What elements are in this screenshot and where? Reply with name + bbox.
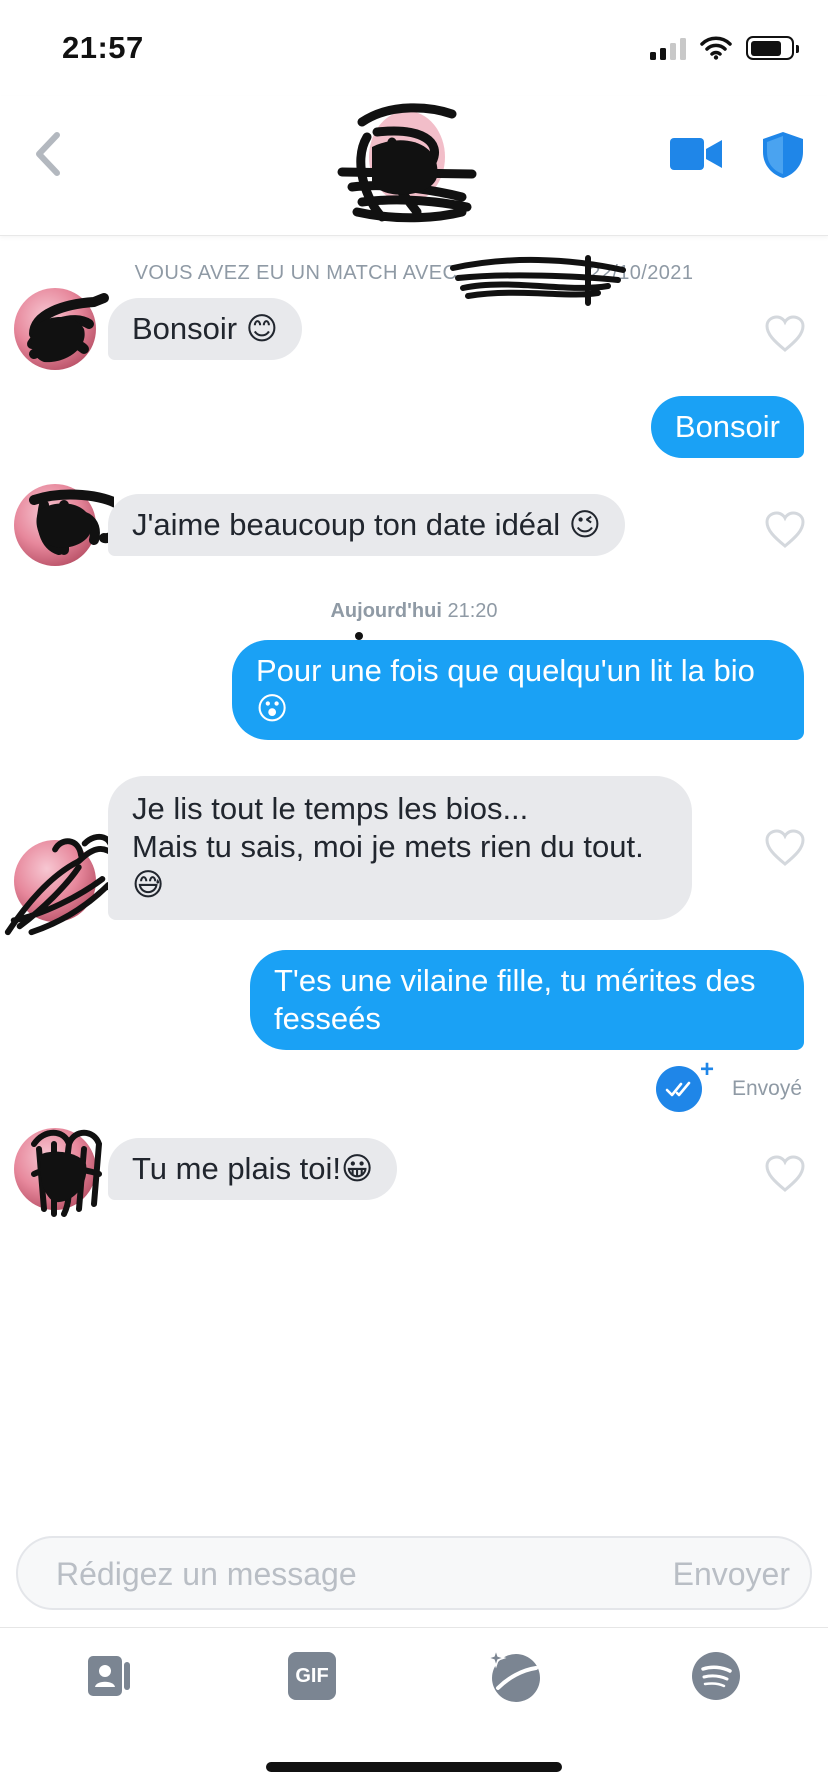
sticker-sparkle-icon bbox=[485, 1648, 540, 1702]
contact-avatar[interactable] bbox=[14, 484, 114, 566]
video-call-button[interactable] bbox=[668, 134, 724, 174]
message-bubble-outgoing[interactable]: Pour une fois que quelqu'un lit la bio 😮 bbox=[232, 640, 804, 740]
message-bubble-incoming[interactable]: Je lis tout le temps les bios... Mais tu… bbox=[108, 776, 692, 920]
message-text: Pour une fois que quelqu'un lit la bio bbox=[256, 653, 755, 688]
gif-icon: GIF bbox=[288, 1652, 336, 1700]
battery-icon bbox=[746, 36, 799, 60]
contact-avatar[interactable] bbox=[4, 833, 125, 936]
wifi-icon bbox=[700, 36, 732, 60]
redaction-scribble bbox=[27, 293, 109, 363]
stray-mark bbox=[355, 632, 363, 640]
message-bubble-incoming[interactable]: Bonsoir 😊 bbox=[108, 298, 303, 360]
timestamp-time: 21:20 bbox=[447, 600, 498, 622]
gif-button[interactable]: GIF bbox=[282, 1648, 342, 1704]
cellular-signal-icon bbox=[650, 36, 686, 60]
back-button[interactable] bbox=[26, 126, 70, 182]
contact-avatar[interactable] bbox=[14, 1128, 103, 1217]
chat-header bbox=[0, 96, 828, 236]
plus-icon[interactable]: + bbox=[700, 1058, 714, 1082]
match-notice-text: VOUS AVEZ EU UN MATCH AVEC bbox=[134, 262, 458, 284]
message-text: Mais tu sais, moi je mets rien du tout. bbox=[132, 829, 644, 864]
day-timestamp: Aujourd'hui 21:20 bbox=[0, 600, 828, 623]
spotify-button[interactable] bbox=[686, 1648, 746, 1704]
status-bar: 21:57 bbox=[0, 0, 828, 96]
message-bubble-incoming[interactable]: J'aime beaucoup ton date idéal 😉 bbox=[108, 494, 626, 556]
message-text: Bonsoir bbox=[674, 409, 780, 444]
toolbar-divider bbox=[0, 1627, 828, 1628]
read-receipt-icon: + bbox=[655, 1058, 714, 1112]
spotify-icon bbox=[692, 1652, 740, 1700]
video-camera-icon bbox=[670, 138, 722, 170]
redacted-profile-photo[interactable] bbox=[322, 102, 492, 232]
heart-icon[interactable] bbox=[764, 314, 806, 354]
message-input[interactable] bbox=[56, 1556, 616, 1593]
home-indicator[interactable] bbox=[266, 1762, 562, 1772]
message-text: Tu me plais toi!😀 bbox=[132, 1151, 374, 1186]
heart-icon[interactable] bbox=[764, 510, 806, 550]
message-composer: Envoyer bbox=[16, 1536, 812, 1610]
composer-toolbar: GIF bbox=[0, 1640, 828, 1710]
shield-icon bbox=[763, 132, 803, 178]
chevron-left-icon bbox=[36, 132, 60, 176]
send-button[interactable]: Envoyer bbox=[673, 1556, 790, 1593]
redacted-name bbox=[450, 255, 626, 306]
delivery-status: + Envoyé bbox=[655, 1058, 802, 1112]
contact-avatar[interactable] bbox=[14, 288, 109, 370]
redaction-scribble bbox=[29, 489, 114, 555]
message-text: 😮 bbox=[256, 691, 289, 726]
message-text: fesseés bbox=[274, 1001, 381, 1036]
message-text: 😅 bbox=[132, 867, 165, 902]
message-bubble-outgoing[interactable]: T'es une vilaine fille, tu mérites des f… bbox=[250, 950, 804, 1050]
heart-icon[interactable] bbox=[764, 1154, 806, 1194]
redaction-scribble bbox=[31, 1129, 103, 1217]
timestamp-day: Aujourd'hui bbox=[330, 600, 442, 622]
contact-card-icon bbox=[88, 1656, 130, 1696]
status-time: 21:57 bbox=[62, 30, 144, 65]
message-text: Je lis tout le temps les bios... bbox=[132, 791, 529, 826]
contact-card-button[interactable] bbox=[80, 1648, 140, 1704]
safety-button[interactable] bbox=[760, 130, 806, 180]
message-bubble-outgoing[interactable]: Bonsoir bbox=[650, 396, 804, 458]
message-text: Bonsoir 😊 bbox=[132, 311, 279, 346]
status-icons bbox=[650, 36, 799, 60]
sticker-button[interactable] bbox=[484, 1648, 544, 1704]
message-bubble-incoming[interactable]: Tu me plais toi!😀 bbox=[108, 1138, 398, 1200]
sent-label: Envoyé bbox=[731, 1077, 802, 1100]
message-text: T'es une vilaine fille, tu mérites des bbox=[274, 963, 756, 998]
match-notice: VOUS AVEZ EU UN MATCH AVEC 22/10/2021 bbox=[0, 262, 828, 285]
message-text: J'aime beaucoup ton date idéal 😉 bbox=[132, 507, 602, 542]
heart-icon[interactable] bbox=[764, 828, 806, 868]
